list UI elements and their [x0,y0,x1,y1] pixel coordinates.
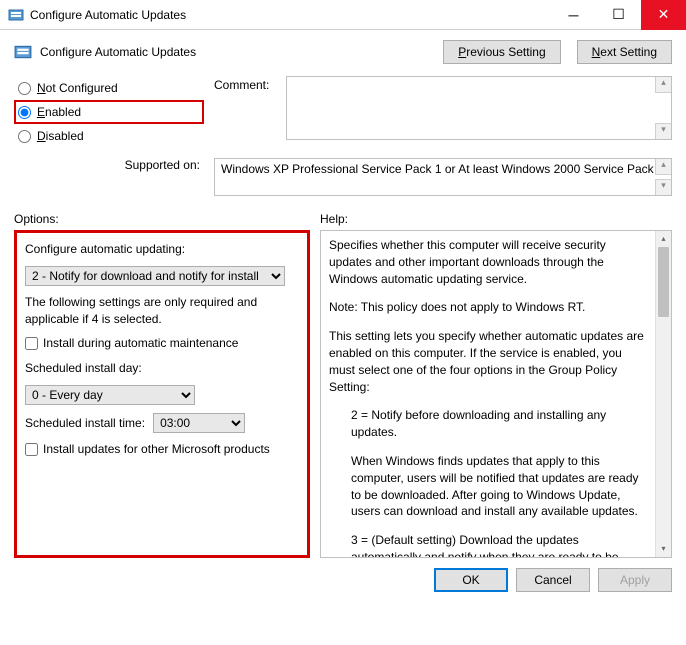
scroll-up-icon[interactable]: ▴ [656,231,671,247]
apply-button[interactable]: Apply [598,568,672,592]
options-note: The following settings are only required… [25,294,299,328]
options-pane: Configure automatic updating: 2 - Notify… [14,230,310,558]
scheduled-day-select[interactable]: 0 - Every day [25,385,195,405]
minimize-button[interactable]: ─ [551,0,596,30]
radio-enabled[interactable]: Enabled [14,100,204,124]
gpo-icon [8,7,24,23]
scroll-up-icon[interactable]: ▴ [655,159,671,175]
previous-setting-button[interactable]: Previous Setting [443,40,560,64]
radio-disabled[interactable]: Disabled [14,124,204,148]
supported-on-box: Windows XP Professional Service Pack 1 o… [214,158,672,196]
radio-enabled-input[interactable] [18,106,31,119]
supported-on-text: Windows XP Professional Service Pack 1 o… [215,159,671,179]
next-setting-button[interactable]: Next Setting [577,40,672,64]
scheduled-time-select[interactable]: 03:00 [153,413,245,433]
footer: OK Cancel Apply [0,558,686,602]
help-text: When Windows finds updates that apply to… [329,453,649,520]
scroll-up-icon[interactable]: ▴ [655,77,671,93]
supported-on-label: Supported on: [14,158,204,172]
gpo-icon [14,43,32,61]
help-text: Specifies whether this computer will rec… [329,237,649,287]
scheduled-day-label: Scheduled install day: [25,360,299,377]
scroll-down-icon[interactable]: ▾ [656,541,671,557]
install-during-maintenance-checkbox[interactable]: Install during automatic maintenance [25,335,299,352]
help-scrollbar[interactable]: ▴ ▾ [655,231,671,557]
page-title: Configure Automatic Updates [40,45,427,59]
header-row: Configure Automatic Updates Previous Set… [0,30,686,70]
help-text: 2 = Notify before downloading and instal… [329,407,649,441]
maximize-button[interactable]: ☐ [596,0,641,30]
comment-textarea[interactable]: ▴ ▾ [286,76,672,140]
close-button[interactable]: ✕ [641,0,686,30]
options-label: Options: [14,212,310,226]
window-title: Configure Automatic Updates [30,8,551,22]
title-bar: Configure Automatic Updates ─ ☐ ✕ [0,0,686,30]
radio-disabled-input[interactable] [18,130,31,143]
configure-updating-label: Configure automatic updating: [25,241,299,258]
scrollbar-thumb[interactable] [658,247,669,317]
scroll-down-icon[interactable]: ▾ [655,123,671,139]
radio-not-configured-input[interactable] [18,82,31,95]
help-text: Note: This policy does not apply to Wind… [329,299,649,316]
configure-updating-select[interactable]: 2 - Notify for download and notify for i… [25,266,285,286]
help-text: 3 = (Default setting) Download the updat… [329,532,649,558]
install-other-products-checkbox[interactable]: Install updates for other Microsoft prod… [25,441,299,458]
ok-button[interactable]: OK [434,568,508,592]
comment-label: Comment: [214,76,276,92]
state-radio-group: Not Configured Enabled Disabled [14,76,204,148]
scheduled-time-label: Scheduled install time: [25,415,145,432]
help-label: Help: [320,212,348,226]
scroll-down-icon[interactable]: ▾ [655,179,671,195]
help-pane: Specifies whether this computer will rec… [320,230,672,558]
cancel-button[interactable]: Cancel [516,568,590,592]
help-text: This setting lets you specify whether au… [329,328,649,395]
radio-not-configured[interactable]: Not Configured [14,76,204,100]
